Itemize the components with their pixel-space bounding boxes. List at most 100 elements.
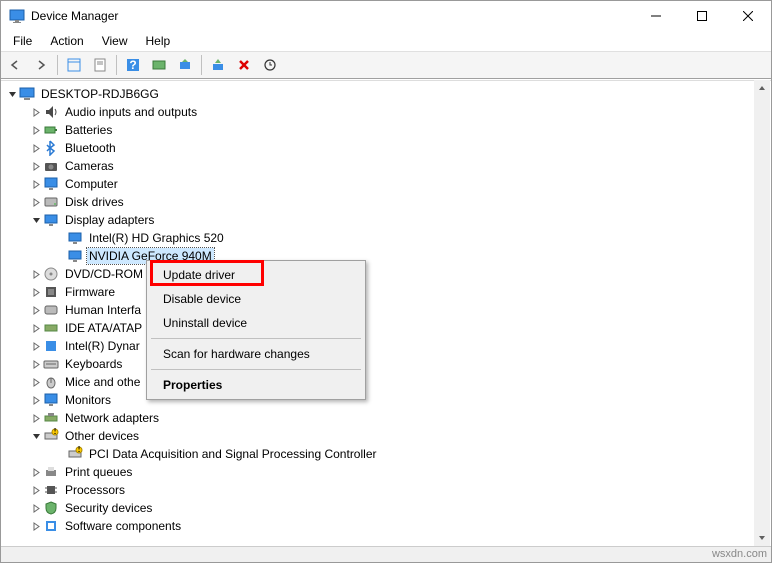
menu-help[interactable]: Help bbox=[138, 32, 179, 50]
tree-item-label: Disk drives bbox=[63, 194, 126, 210]
expand-collapse-icon[interactable] bbox=[29, 360, 43, 369]
vertical-scrollbar[interactable] bbox=[754, 80, 770, 546]
expand-collapse-icon[interactable] bbox=[29, 504, 43, 513]
menu-action[interactable]: Action bbox=[42, 32, 91, 50]
device-icon bbox=[43, 140, 59, 156]
menu-view[interactable]: View bbox=[94, 32, 136, 50]
expand-collapse-icon[interactable] bbox=[29, 270, 43, 279]
help-button[interactable]: ? bbox=[121, 54, 145, 76]
device-icon bbox=[43, 320, 59, 336]
ctx-uninstall-device[interactable]: Uninstall device bbox=[149, 311, 363, 335]
tree-item[interactable]: Firmware bbox=[3, 283, 771, 301]
expand-collapse-icon[interactable] bbox=[29, 288, 43, 297]
tree-item[interactable]: Network adapters bbox=[3, 409, 771, 427]
tree-item[interactable]: Keyboards bbox=[3, 355, 771, 373]
device-icon bbox=[43, 518, 59, 534]
menu-file[interactable]: File bbox=[5, 32, 40, 50]
enable-button[interactable] bbox=[206, 54, 230, 76]
forward-button[interactable] bbox=[29, 54, 53, 76]
tree-item[interactable]: Processors bbox=[3, 481, 771, 499]
tree-item[interactable]: Display adapters bbox=[3, 211, 771, 229]
expand-collapse-icon[interactable] bbox=[29, 342, 43, 351]
expand-collapse-icon[interactable] bbox=[29, 108, 43, 117]
expand-collapse-icon[interactable] bbox=[29, 162, 43, 171]
back-button[interactable] bbox=[3, 54, 27, 76]
tree-item[interactable]: Intel(R) HD Graphics 520 bbox=[3, 229, 771, 247]
tree-item[interactable]: Audio inputs and outputs bbox=[3, 103, 771, 121]
uninstall-button[interactable] bbox=[232, 54, 256, 76]
expand-collapse-icon[interactable] bbox=[29, 144, 43, 153]
device-icon bbox=[43, 482, 59, 498]
device-icon bbox=[67, 230, 83, 246]
expand-collapse-icon[interactable] bbox=[29, 432, 43, 441]
expand-collapse-icon[interactable] bbox=[29, 468, 43, 477]
watermark: wsxdn.com bbox=[712, 548, 767, 560]
update-driver-button[interactable] bbox=[173, 54, 197, 76]
scan-button[interactable] bbox=[147, 54, 171, 76]
tree-item[interactable]: DVD/CD-ROM bbox=[3, 265, 771, 283]
tree-item[interactable]: Software components bbox=[3, 517, 771, 535]
tree-item[interactable]: Print queues bbox=[3, 463, 771, 481]
tree-item[interactable]: NVIDIA GeForce 940M bbox=[3, 247, 771, 265]
tree-item-label: Software components bbox=[63, 518, 183, 534]
tree-item[interactable]: Computer bbox=[3, 175, 771, 193]
tree-item-label: Intel(R) HD Graphics 520 bbox=[87, 230, 226, 246]
device-icon bbox=[43, 302, 59, 318]
expand-collapse-icon[interactable] bbox=[29, 216, 43, 225]
device-tree[interactable]: DESKTOP-RDJB6GGAudio inputs and outputs B… bbox=[1, 80, 771, 546]
maximize-button[interactable] bbox=[679, 1, 725, 31]
tree-item-label: Batteries bbox=[63, 122, 114, 138]
tree-item[interactable]: Disk drives bbox=[3, 193, 771, 211]
close-button[interactable] bbox=[725, 1, 771, 31]
tree-item[interactable]: Bluetooth bbox=[3, 139, 771, 157]
tree-item[interactable]: IDE ATA/ATAP bbox=[3, 319, 771, 337]
expand-collapse-icon[interactable] bbox=[29, 126, 43, 135]
ctx-scan-hardware[interactable]: Scan for hardware changes bbox=[149, 342, 363, 366]
scroll-up-button[interactable] bbox=[754, 80, 770, 96]
properties-button[interactable] bbox=[88, 54, 112, 76]
tree-item[interactable]: Intel(R) Dynar bbox=[3, 337, 771, 355]
expand-collapse-icon[interactable] bbox=[29, 198, 43, 207]
ctx-properties[interactable]: Properties bbox=[149, 373, 363, 397]
minimize-button[interactable] bbox=[633, 1, 679, 31]
expand-collapse-icon[interactable] bbox=[29, 522, 43, 531]
tree-item[interactable]: Monitors bbox=[3, 391, 771, 409]
device-icon bbox=[43, 392, 59, 408]
tree-item[interactable]: Mice and othe bbox=[3, 373, 771, 391]
device-icon bbox=[43, 410, 59, 426]
device-icon bbox=[43, 266, 59, 282]
device-icon bbox=[19, 86, 35, 102]
svg-text:!: ! bbox=[53, 428, 56, 437]
scan-hardware-button[interactable] bbox=[258, 54, 282, 76]
device-icon bbox=[43, 500, 59, 516]
tree-item[interactable]: Cameras bbox=[3, 157, 771, 175]
context-menu: Update driver Disable device Uninstall d… bbox=[146, 260, 366, 400]
ctx-update-driver[interactable]: Update driver bbox=[149, 263, 363, 287]
expand-collapse-icon[interactable] bbox=[29, 486, 43, 495]
tree-item-label: IDE ATA/ATAP bbox=[63, 320, 144, 336]
expand-collapse-icon[interactable] bbox=[29, 180, 43, 189]
tree-item-label: Keyboards bbox=[63, 356, 124, 372]
tree-item[interactable]: !PCI Data Acquisition and Signal Process… bbox=[3, 445, 771, 463]
ctx-disable-device[interactable]: Disable device bbox=[149, 287, 363, 311]
expand-collapse-icon[interactable] bbox=[5, 90, 19, 99]
device-icon bbox=[43, 176, 59, 192]
expand-collapse-icon[interactable] bbox=[29, 324, 43, 333]
tree-item[interactable]: DESKTOP-RDJB6GG bbox=[3, 85, 771, 103]
expand-collapse-icon[interactable] bbox=[29, 306, 43, 315]
show-hide-tree-button[interactable] bbox=[62, 54, 86, 76]
window-title: Device Manager bbox=[31, 9, 633, 23]
tree-item[interactable]: Batteries bbox=[3, 121, 771, 139]
expand-collapse-icon[interactable] bbox=[29, 396, 43, 405]
expand-collapse-icon[interactable] bbox=[29, 378, 43, 387]
device-icon: ! bbox=[67, 446, 83, 462]
expand-collapse-icon[interactable] bbox=[29, 414, 43, 423]
device-icon: ! bbox=[43, 428, 59, 444]
tree-item-label: Mice and othe bbox=[63, 374, 142, 390]
scroll-down-button[interactable] bbox=[754, 530, 770, 546]
tree-item[interactable]: Security devices bbox=[3, 499, 771, 517]
tree-item[interactable]: Human Interfa bbox=[3, 301, 771, 319]
tree-item-label: Audio inputs and outputs bbox=[63, 104, 199, 120]
toolbar-separator bbox=[57, 55, 58, 75]
tree-item[interactable]: !Other devices bbox=[3, 427, 771, 445]
